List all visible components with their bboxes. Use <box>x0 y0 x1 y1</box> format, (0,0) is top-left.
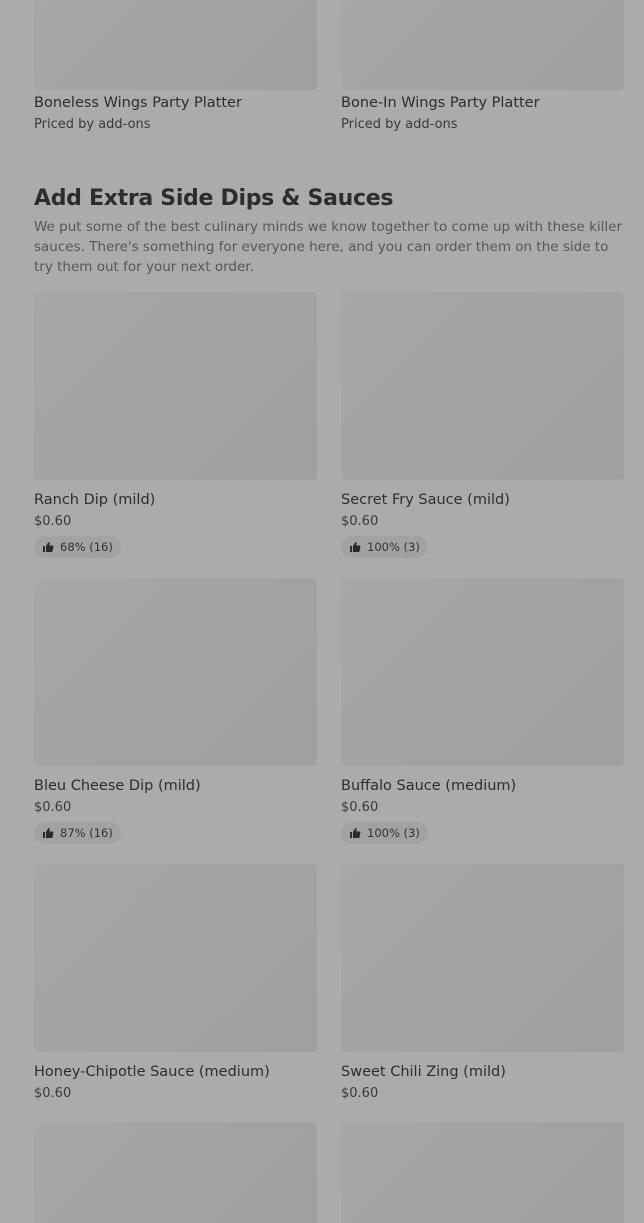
thumbs-up-icon <box>42 827 54 839</box>
thumbs-up-icon <box>42 541 54 553</box>
menu-item-card[interactable]: Ranch Dip (mild) $0.60 68% (16) <box>34 292 317 558</box>
section-header: Add Extra Side Dips & Sauces We put some… <box>34 185 624 277</box>
menu-item-card[interactable] <box>341 1122 624 1223</box>
section-description: We put some of the best culinary minds w… <box>34 219 623 275</box>
menu-item-card[interactable]: Secret Fry Sauce (mild) $0.60 100% (3) <box>341 292 624 558</box>
item-image <box>34 292 317 480</box>
sauce-row: Ranch Dip (mild) $0.60 68% (16) Secret F… <box>34 292 624 558</box>
item-name: Boneless Wings Party Platter <box>34 95 242 111</box>
item-price: Priced by add-ons <box>34 117 151 132</box>
item-image <box>341 0 624 90</box>
menu-item-card[interactable] <box>34 1122 317 1223</box>
rating-text: 100% (3) <box>367 826 420 840</box>
rating-badge: 100% (3) <box>341 536 428 558</box>
rating-text: 68% (16) <box>60 540 113 554</box>
item-price: $0.60 <box>34 1086 72 1101</box>
item-image <box>341 578 624 766</box>
item-name: Secret Fry Sauce (mild) <box>341 492 510 508</box>
rating-badge: 68% (16) <box>34 536 121 558</box>
item-image <box>341 292 624 480</box>
item-name: Bleu Cheese Dip (mild) <box>34 778 201 794</box>
item-name: Honey-Chipotle Sauce (medium) <box>34 1064 270 1080</box>
sauce-row <box>34 1122 624 1223</box>
platter-row: Boneless Wings Party Platter Priced by a… <box>34 0 624 133</box>
menu-item-card[interactable]: Buffalo Sauce (medium) $0.60 100% (3) <box>341 578 624 844</box>
menu-item-card[interactable]: Honey-Chipotle Sauce (medium) $0.60 <box>34 864 317 1102</box>
item-price: $0.60 <box>34 514 72 529</box>
item-price: $0.60 <box>34 800 72 815</box>
menu-item-card[interactable]: Boneless Wings Party Platter Priced by a… <box>34 0 317 133</box>
item-image <box>34 578 317 766</box>
item-image <box>341 1122 624 1223</box>
item-price: Priced by add-ons <box>341 117 458 132</box>
menu-item-card[interactable]: Bleu Cheese Dip (mild) $0.60 87% (16) <box>34 578 317 844</box>
item-price: $0.60 <box>341 1086 379 1101</box>
sauce-row: Bleu Cheese Dip (mild) $0.60 87% (16) Bu… <box>34 578 624 844</box>
item-image <box>34 864 317 1052</box>
rating-badge: 100% (3) <box>341 822 428 844</box>
thumbs-up-icon <box>349 541 361 553</box>
rating-text: 87% (16) <box>60 826 113 840</box>
item-name: Bone-In Wings Party Platter <box>341 95 540 111</box>
item-name: Buffalo Sauce (medium) <box>341 778 517 794</box>
thumbs-up-icon <box>349 827 361 839</box>
item-price: $0.60 <box>341 800 379 815</box>
item-name: Ranch Dip (mild) <box>34 492 156 508</box>
item-price: $0.60 <box>341 514 379 529</box>
rating-badge: 87% (16) <box>34 822 121 844</box>
item-image <box>341 864 624 1052</box>
sauce-row: Honey-Chipotle Sauce (medium) $0.60 Swee… <box>34 864 624 1102</box>
item-image <box>34 0 317 90</box>
item-image <box>34 1122 317 1223</box>
rating-text: 100% (3) <box>367 540 420 554</box>
menu-item-card[interactable]: Bone-In Wings Party Platter Priced by ad… <box>341 0 624 133</box>
section-title: Add Extra Side Dips & Sauces <box>34 186 394 211</box>
item-name: Sweet Chili Zing (mild) <box>341 1064 506 1080</box>
menu-item-card[interactable]: Sweet Chili Zing (mild) $0.60 <box>341 864 624 1102</box>
